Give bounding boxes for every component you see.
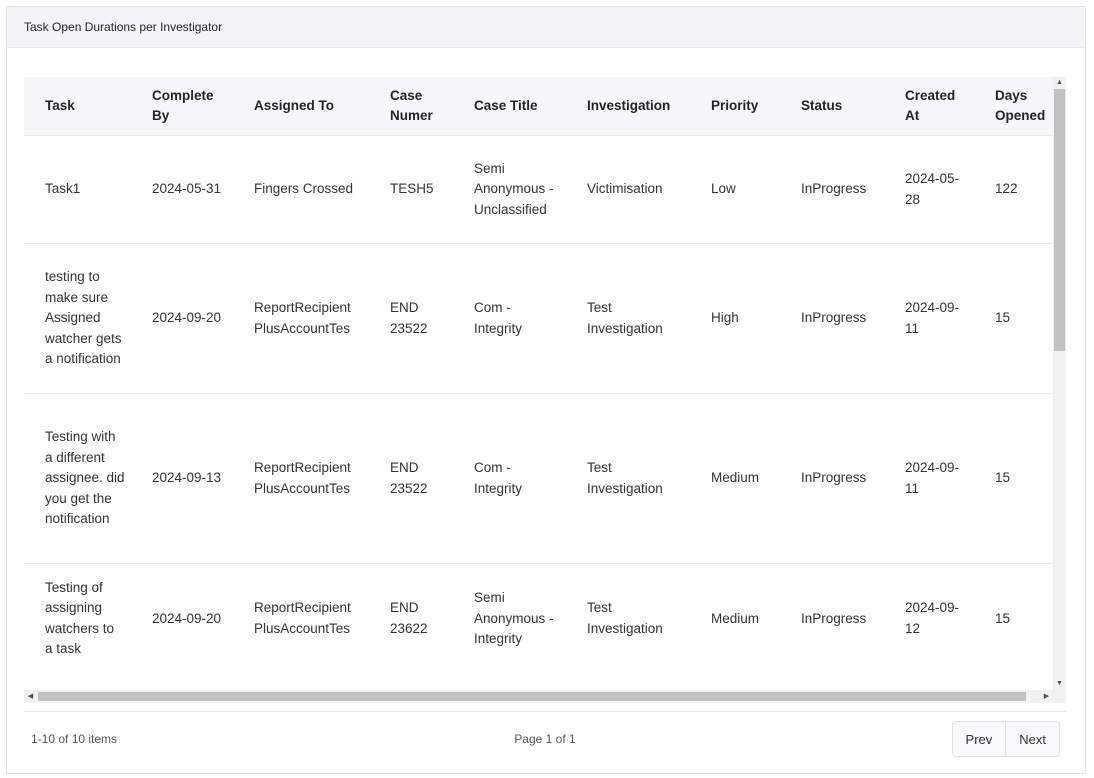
scroll-right-icon[interactable]: ▶ (1040, 690, 1053, 703)
footer-divider (24, 711, 1066, 712)
header-task[interactable]: Task (24, 77, 131, 136)
cell-priority: Medium (690, 563, 780, 674)
pager: Prev Next (951, 721, 1060, 757)
table-container: Task Complete By Assigned To Case Numer … (24, 77, 1066, 705)
header-status[interactable]: Status (780, 77, 884, 136)
vertical-scrollbar[interactable]: ▲ ▼ (1053, 77, 1066, 690)
cell-status: InProgress (780, 243, 884, 394)
cell-created-at: 2024-09-11 (884, 393, 974, 564)
cell-status: InProgress (780, 135, 884, 244)
cell-investigation: Test Investigation (566, 563, 690, 674)
cell-complete-by: 2024-05-31 (131, 135, 233, 244)
header-priority[interactable]: Priority (690, 77, 780, 136)
cell-status: InProgress (780, 563, 884, 674)
header-case-number[interactable]: Case Numer (369, 77, 453, 136)
header-investigation[interactable]: Investigation (566, 77, 690, 136)
cell-task: testing to make sure Assigned watcher ge… (24, 243, 131, 394)
horizontal-scroll-thumb[interactable] (38, 692, 1026, 701)
cell-priority: Medium (690, 393, 780, 564)
cell-case-title: Com - Integrity (453, 243, 566, 394)
table-row: Testing of assigning watchers to a task … (24, 563, 1053, 674)
table-viewport: Task Complete By Assigned To Case Numer … (24, 77, 1053, 690)
panel-title: Task Open Durations per Investigator (24, 20, 223, 34)
table-row: testing to make sure Assigned watcher ge… (24, 243, 1053, 394)
cell-created-at: 2024-09-12 (884, 563, 974, 674)
cell-case-number: TESH5 (369, 135, 453, 244)
cell-investigation: Test Investigation (566, 393, 690, 564)
cell-priority: High (690, 243, 780, 394)
cell-case-number: END 23622 (369, 563, 453, 674)
header-complete-by[interactable]: Complete By (131, 77, 233, 136)
tasks-table: Task Complete By Assigned To Case Numer … (24, 77, 1053, 674)
header-case-title[interactable]: Case Title (453, 77, 566, 136)
cell-status: InProgress (780, 393, 884, 564)
cell-investigation: Test Investigation (566, 243, 690, 394)
report-panel: Task Open Durations per Investigator Tas… (6, 6, 1086, 774)
cell-created-at: 2024-05-28 (884, 135, 974, 244)
cell-task: Testing with a different assignee. did y… (24, 393, 131, 564)
panel-header: Task Open Durations per Investigator (7, 7, 1085, 48)
cell-investigation: Victimisation (566, 135, 690, 244)
cell-days-opened: 15 (974, 243, 1053, 394)
cell-days-opened: 15 (974, 393, 1053, 564)
scroll-left-icon[interactable]: ◀ (24, 690, 37, 703)
next-button[interactable]: Next (1005, 722, 1059, 756)
cell-assigned-to: Fingers Crossed (233, 135, 369, 244)
cell-case-title: Semi Anonymous - Integrity (453, 563, 566, 674)
page-info: Page 1 of 1 (514, 732, 576, 746)
cell-complete-by: 2024-09-20 (131, 243, 233, 394)
cell-case-title: Semi Anonymous - Unclassified (453, 135, 566, 244)
cell-case-title: Com - Integrity (453, 393, 566, 564)
pagination-footer: 1-10 of 10 items Page 1 of 1 Prev Next (24, 719, 1066, 759)
cell-days-opened: 15 (974, 563, 1053, 674)
table-header-row: Task Complete By Assigned To Case Numer … (24, 77, 1053, 136)
cell-priority: Low (690, 135, 780, 244)
table-row: Testing with a different assignee. did y… (24, 393, 1053, 564)
horizontal-scrollbar[interactable]: ◀ ▶ (24, 690, 1053, 703)
header-created-at[interactable]: Created At (884, 77, 974, 136)
cell-created-at: 2024-09-11 (884, 243, 974, 394)
cell-assigned-to: ReportRecipient PlusAccountTes (233, 393, 369, 564)
scroll-down-icon[interactable]: ▼ (1053, 678, 1066, 690)
header-assigned-to[interactable]: Assigned To (233, 77, 369, 136)
cell-task: Task1 (24, 135, 131, 244)
table-row: Task1 2024-05-31 Fingers Crossed TESH5 S… (24, 135, 1053, 244)
prev-button[interactable]: Prev (952, 722, 1006, 756)
cell-complete-by: 2024-09-13 (131, 393, 233, 564)
cell-assigned-to: ReportRecipient PlusAccountTes (233, 243, 369, 394)
cell-assigned-to: ReportRecipient PlusAccountTes (233, 563, 369, 674)
cell-days-opened: 122 (974, 135, 1053, 244)
cell-case-number: END 23522 (369, 243, 453, 394)
scrollbar-corner (1053, 690, 1066, 703)
vertical-scroll-thumb[interactable] (1054, 89, 1065, 351)
cell-task: Testing of assigning watchers to a task (24, 563, 131, 674)
cell-complete-by: 2024-09-20 (131, 563, 233, 674)
cell-case-number: END 23522 (369, 393, 453, 564)
header-days-opened[interactable]: Days Opened (974, 77, 1053, 136)
scroll-up-icon[interactable]: ▲ (1053, 77, 1066, 89)
